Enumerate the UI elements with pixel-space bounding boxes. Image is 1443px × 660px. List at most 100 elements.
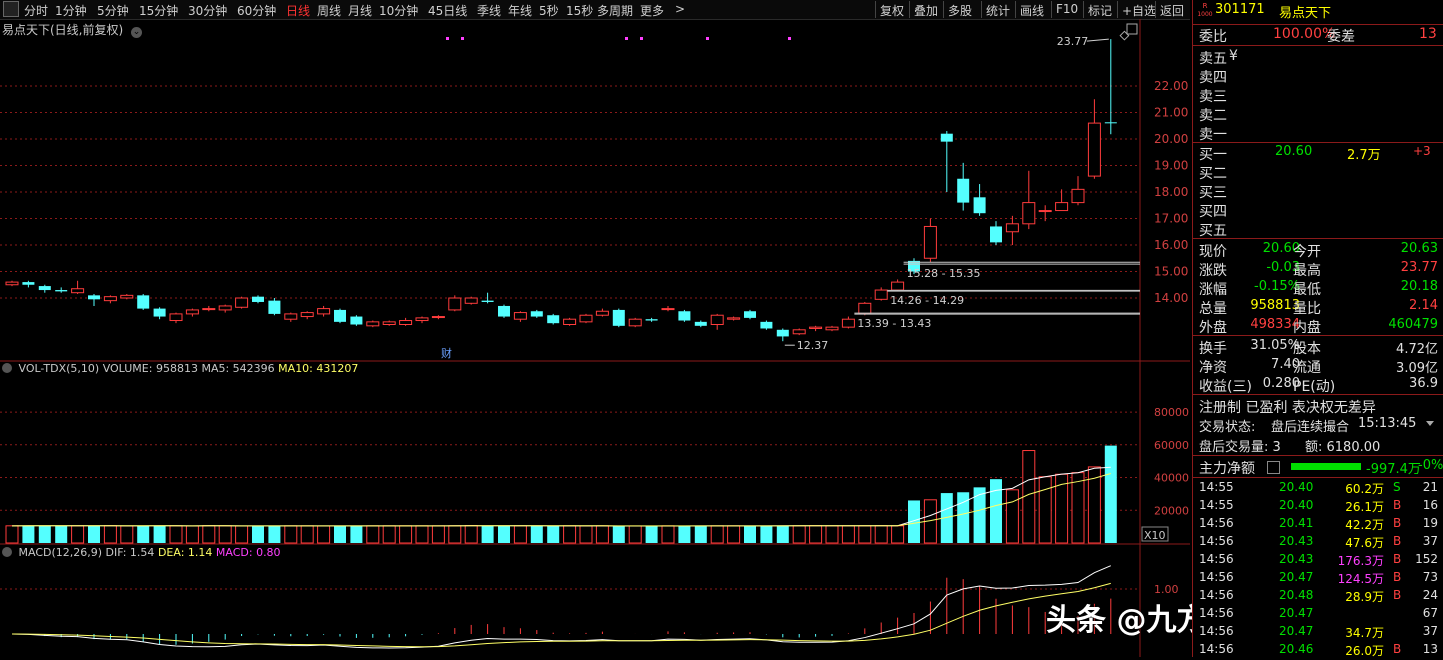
tab-0[interactable]: 分时 — [24, 2, 48, 19]
toolbar-button-1[interactable]: 叠加 — [914, 2, 938, 19]
list-icon[interactable] — [1267, 461, 1280, 474]
volume-bar — [153, 525, 166, 543]
tab-8[interactable]: 月线 — [348, 2, 372, 19]
sell-level-3[interactable]: 卖三 — [1193, 86, 1443, 105]
price-tick-label: 17.00 — [1154, 212, 1188, 226]
toolbar-button-5[interactable]: F10 — [1056, 2, 1078, 16]
volume-bar — [874, 525, 888, 544]
candle-body — [940, 133, 953, 142]
tab-3[interactable]: 15分钟 — [139, 2, 178, 19]
toolbar-button-4[interactable]: 画线 — [1020, 2, 1044, 19]
yen-icon: ¥ — [1229, 48, 1238, 64]
tick-count: 73 — [1422, 570, 1438, 584]
tick-time: 14:56 — [1199, 570, 1234, 584]
tick-time: 14:56 — [1199, 516, 1234, 530]
chevron-right-icon[interactable]: > — [675, 2, 685, 16]
tab-7[interactable]: 周线 — [317, 2, 341, 19]
tick-count: 16 — [1422, 498, 1438, 512]
buy-level-4[interactable]: 买四 — [1193, 201, 1443, 220]
tab-4[interactable]: 30分钟 — [188, 2, 227, 19]
sell-level-1[interactable]: 卖一 — [1193, 124, 1443, 143]
finance-marker[interactable]: 财 — [441, 346, 452, 360]
tick-row: 14:55 20.40 60.2万 S 21 — [1193, 480, 1443, 498]
stat-value: 20.63 — [1400, 241, 1438, 256]
tab-1[interactable]: 1分钟 — [55, 2, 87, 19]
volume-bar — [891, 525, 905, 544]
stat-label: 现价 — [1199, 244, 1227, 260]
tick-volume: 28.9万 — [1345, 590, 1384, 604]
stat-value: 2.14 — [1409, 298, 1438, 313]
buy-level-label: 买一 — [1199, 147, 1227, 163]
tab-10[interactable]: 45日线 — [428, 2, 467, 19]
tab-16[interactable]: 更多 — [640, 2, 664, 19]
quote-panel: R 1000 301171 易点天下 委比 100.00% 委差 13 卖五 ¥ 卖四… — [1192, 0, 1443, 658]
gap-label: 14.26 - 14.29 — [890, 294, 964, 307]
volume-bar — [1005, 489, 1019, 544]
trade-status-label: 交易状态: — [1199, 420, 1256, 435]
tab-15[interactable]: 多周期 — [597, 2, 633, 19]
tick-time: 14:55 — [1199, 480, 1234, 494]
volume-bar — [103, 525, 117, 544]
sell-level-2[interactable]: 卖二 — [1193, 105, 1443, 124]
candle-body — [317, 308, 331, 315]
candle-body — [1104, 122, 1117, 124]
buy-level-3[interactable]: 买三 — [1193, 182, 1443, 201]
buy-change: +3 — [1413, 144, 1431, 158]
toolbar-menu-icon[interactable] — [3, 1, 19, 17]
tick-price: 20.43 — [1279, 552, 1314, 566]
tick-volume: 60.2万 — [1345, 482, 1384, 496]
volume-unit-label: X10 — [1144, 529, 1166, 542]
toolbar-button-6[interactable]: 标记 — [1088, 2, 1112, 19]
candle-body — [185, 309, 199, 315]
tab-5[interactable]: 60分钟 — [237, 2, 276, 19]
buy-level-2[interactable]: 买二 — [1193, 163, 1443, 182]
tick-price: 20.41 — [1279, 516, 1314, 530]
tick-price: 20.43 — [1279, 534, 1314, 548]
sell-level-4[interactable]: 卖四 — [1193, 67, 1443, 86]
chevron-down-icon[interactable] — [1426, 421, 1434, 426]
candle-body — [169, 313, 183, 322]
tab-6[interactable]: 日线 — [286, 2, 310, 19]
sell-level-5[interactable]: 卖五 ¥ — [1193, 48, 1443, 67]
volume-tick-label: 60000 — [1154, 439, 1189, 452]
tab-13[interactable]: 5秒 — [539, 2, 559, 19]
tab-9[interactable]: 10分钟 — [379, 2, 418, 19]
chevron-down-icon[interactable] — [2, 363, 12, 373]
tab-14[interactable]: 15秒 — [566, 2, 593, 19]
candle-body — [382, 321, 396, 326]
weibi-label: 委比 — [1199, 29, 1227, 45]
candle-body — [464, 297, 478, 304]
main-net-row: 主力净额 -997.4万 -0% — [1193, 458, 1443, 477]
period-toolbar: 分时 1分钟 5分钟 15分钟 30分钟 60分钟 日线 周线 月线 10分钟 45日线 季线 年线 5秒… — [0, 0, 1190, 20]
toolbar-button-7[interactable]: +自选 — [1122, 2, 1156, 19]
buy-level-1[interactable]: 买一 20.60 2.7万 +3 — [1193, 144, 1443, 163]
tab-12[interactable]: 年线 — [508, 2, 532, 19]
toolbar-button-0[interactable]: 复权 — [880, 2, 904, 19]
tick-side: B — [1393, 588, 1402, 602]
candle-body — [776, 329, 789, 337]
buy-level-label: 买三 — [1199, 185, 1227, 201]
toolbar-separator — [875, 1, 876, 18]
candle-body — [431, 316, 445, 319]
tick-count: 37 — [1422, 624, 1438, 638]
price-tick-label: 20.00 — [1154, 132, 1188, 146]
toolbar-separator — [943, 1, 944, 18]
volume-bar — [55, 525, 68, 543]
toolbar-button-3[interactable]: 统计 — [986, 2, 1010, 19]
tick-volume: 124.5万 — [1337, 572, 1384, 586]
chevron-down-icon[interactable] — [2, 547, 12, 557]
tab-11[interactable]: 季线 — [477, 2, 501, 19]
tab-2[interactable]: 5分钟 — [97, 2, 129, 19]
stat-label: 总量 — [1199, 301, 1227, 317]
stat-label: 换手 — [1199, 341, 1227, 357]
after-hours: 盘后交易量: 3 额: 6180.00 — [1193, 436, 1443, 455]
toolbar-button-8[interactable]: 返回 — [1160, 2, 1184, 19]
buy-level-5[interactable]: 买五 — [1193, 220, 1443, 239]
candle-body — [252, 296, 264, 302]
tick-count: 67 — [1422, 606, 1438, 620]
toolbar-button-2[interactable]: 多股 — [948, 2, 972, 19]
stock-chart-svg: 22.00 21.00 20.00 19.00 18.00 17.00 16.00 15.00… — [0, 19, 1190, 657]
divider — [1193, 45, 1443, 46]
candle-body — [137, 295, 150, 309]
macd-title: MACD(12,26,9) DIF: 1.54 DEA: 1.14 MACD: … — [2, 546, 281, 559]
